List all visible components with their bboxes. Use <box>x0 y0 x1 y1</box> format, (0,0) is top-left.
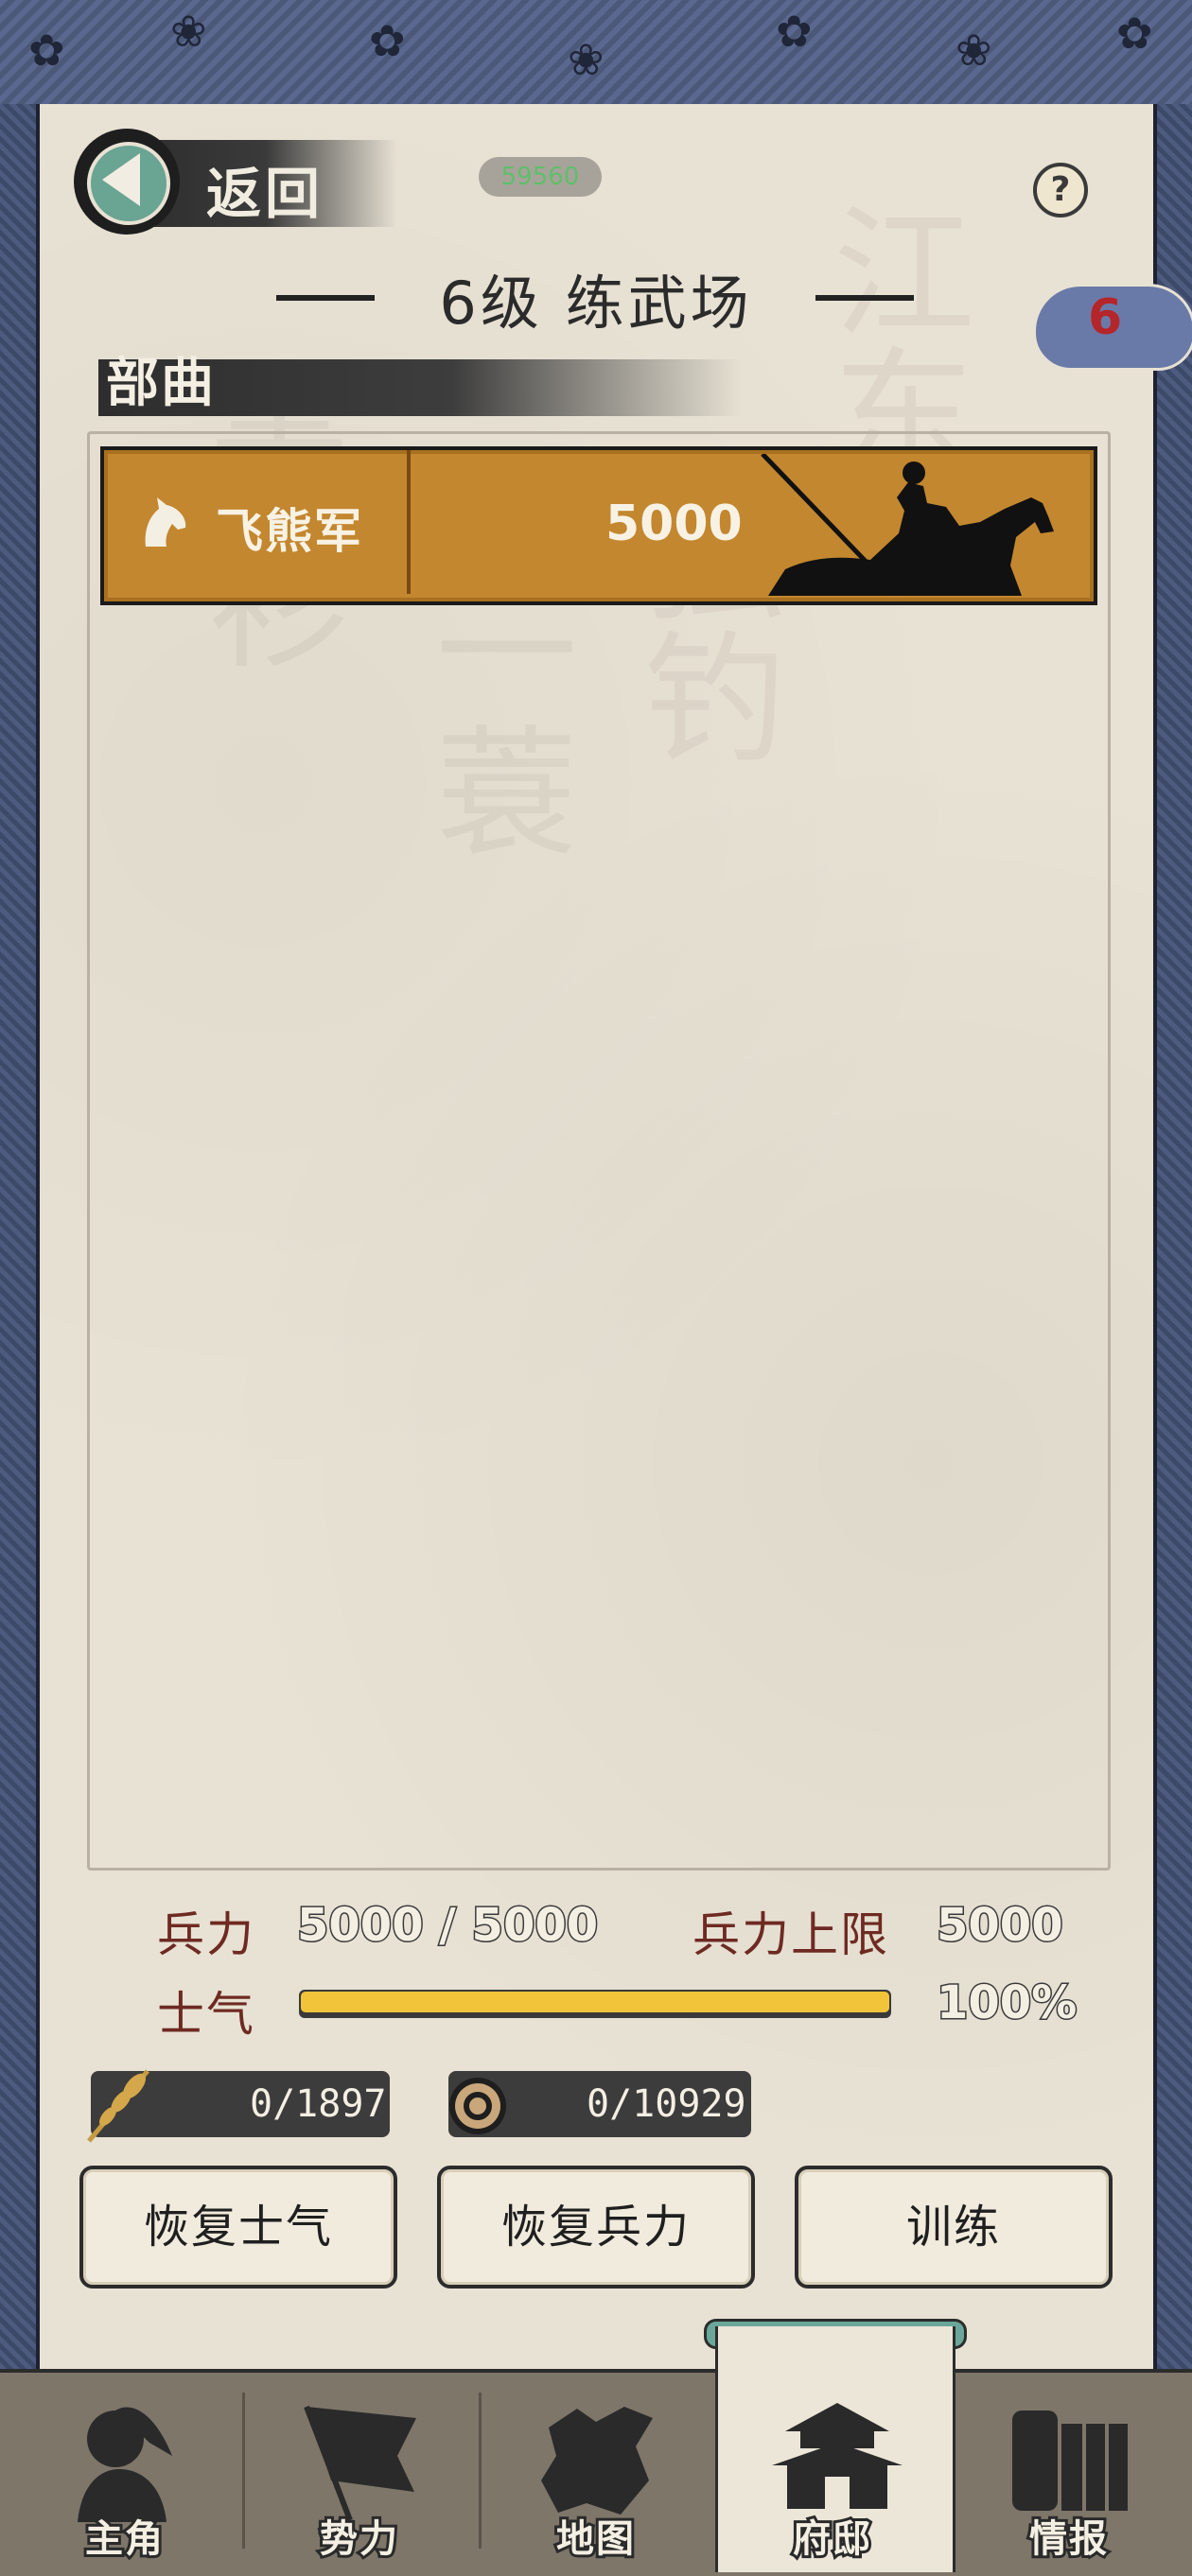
nav-label: 地图 <box>553 2515 637 2564</box>
nav-label: 府邸 <box>790 2515 873 2564</box>
flag-icon <box>293 2390 426 2522</box>
unit-name: 飞熊军 <box>216 504 363 559</box>
restore-morale-button[interactable]: 恢复士气 <box>79 2166 397 2289</box>
troops-cap-value: 5000 <box>936 1898 1065 1954</box>
nav-item-mansion[interactable]: 府邸 <box>719 2369 946 2572</box>
currency-badge: 59560 <box>479 157 602 197</box>
coin-icon <box>445 2073 511 2143</box>
morale-value: 100% <box>935 1976 1078 2031</box>
grain-value: 0/1897 <box>250 2082 387 2126</box>
troops-value: 5000 / 5000 <box>295 1898 599 1954</box>
general-icon <box>59 2390 191 2522</box>
nav-item-protagonist[interactable]: 主角 <box>11 2369 238 2572</box>
train-button[interactable]: 训练 <box>795 2166 1113 2289</box>
nav-item-faction[interactable]: 势力 <box>246 2369 473 2572</box>
back-label: 返回 <box>206 162 324 226</box>
nav-label: 主角 <box>82 2515 166 2564</box>
troops-cap-label: 兵力上限 <box>692 1907 889 1962</box>
nav-label: 势力 <box>317 2515 400 2564</box>
scrolls-icon <box>1003 2390 1135 2522</box>
left-decorative-border <box>0 104 36 2369</box>
help-icon[interactable]: ? <box>1033 163 1088 218</box>
nav-item-intel[interactable]: 情报 <box>955 2369 1183 2572</box>
top-decorative-border: ✿ ❀ ✿ ❀ ✿ ❀ ✿ <box>0 0 1192 108</box>
page-title: 6级 练武场 <box>439 269 753 338</box>
wheat-icon <box>81 2062 167 2150</box>
cavalry-silhouette-icon <box>757 452 1069 598</box>
cloud-count: 6 <box>1088 289 1123 346</box>
restore-troops-button[interactable]: 恢复兵力 <box>437 2166 755 2289</box>
coin-value: 0/10929 <box>587 2082 746 2126</box>
morale-progress-fill <box>301 1992 889 2012</box>
unit-list-panel <box>87 431 1111 1871</box>
troops-label: 兵力 <box>157 1907 255 1962</box>
map-icon <box>530 2390 662 2522</box>
nav-label: 情报 <box>1026 2515 1110 2564</box>
back-arrow-icon <box>102 153 140 206</box>
title-right-ornament <box>815 295 914 301</box>
unit-count: 5000 <box>605 496 743 552</box>
nav-separator <box>479 2393 482 2549</box>
morale-label: 士气 <box>157 1987 255 2042</box>
horse-head-icon <box>132 492 193 562</box>
nav-separator <box>242 2393 245 2549</box>
unit-row-divider <box>407 450 411 594</box>
section-title: 部曲 <box>106 353 216 414</box>
mansion-icon <box>766 2390 903 2522</box>
nav-item-map[interactable]: 地图 <box>482 2369 710 2572</box>
